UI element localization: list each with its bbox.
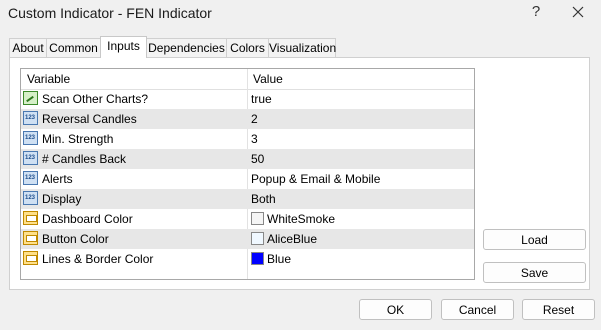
number-input-icon: 123 [23, 171, 38, 185]
input-row[interactable]: 123 Display Both [21, 189, 474, 209]
number-input-icon: 123 [23, 131, 38, 145]
save-button[interactable]: Save [483, 262, 586, 283]
variable-name: Scan Other Charts? [42, 92, 149, 106]
color-swatch[interactable] [251, 252, 264, 265]
variable-value[interactable]: 2 [251, 112, 258, 126]
input-row[interactable]: Scan Other Charts? true [21, 89, 474, 109]
color-swatch[interactable] [251, 212, 264, 225]
tab-visualization[interactable]: Visualization [268, 38, 336, 57]
variable-name: # Candles Back [42, 152, 127, 166]
variable-name: Dashboard Color [42, 212, 133, 226]
column-header-variable[interactable]: Variable [27, 72, 70, 86]
input-row[interactable]: 123 Min. Strength 3 [21, 129, 474, 149]
color-swatch[interactable] [251, 232, 264, 245]
tab-common[interactable]: Common [46, 38, 101, 57]
close-icon [572, 6, 584, 18]
input-row[interactable]: Button Color AliceBlue [21, 229, 474, 249]
ok-button[interactable]: OK [359, 299, 432, 320]
variable-value[interactable]: Both [251, 192, 276, 206]
input-row[interactable]: 123 Reversal Candles 2 [21, 109, 474, 129]
input-row[interactable]: 123 Alerts Popup & Email & Mobile [21, 169, 474, 189]
tab-about[interactable]: About [9, 38, 47, 57]
variable-name: Button Color [42, 232, 109, 246]
tab-inputs[interactable]: Inputs [100, 36, 147, 58]
inputs-grid: Variable Value Scan Other Charts? true 1… [20, 68, 475, 280]
variable-name: Alerts [42, 172, 73, 186]
tab-colors[interactable]: Colors [226, 38, 269, 57]
window-title: Custom Indicator - FEN Indicator [8, 5, 212, 21]
tab-dependencies[interactable]: Dependencies [146, 38, 227, 57]
title-bar: Custom Indicator - FEN Indicator ? [0, 0, 601, 26]
color-input-icon [23, 231, 38, 245]
input-row[interactable]: 123 # Candles Back 50 [21, 149, 474, 169]
number-input-icon: 123 [23, 111, 38, 125]
color-input-icon [23, 251, 38, 265]
variable-name: Reversal Candles [42, 112, 137, 126]
variable-value[interactable]: Popup & Email & Mobile [251, 172, 380, 186]
variable-value[interactable]: AliceBlue [267, 232, 317, 246]
variable-name: Display [42, 192, 82, 206]
load-button[interactable]: Load [483, 229, 586, 250]
column-header-value[interactable]: Value [253, 72, 283, 86]
variable-value[interactable]: true [251, 92, 272, 106]
variable-name: Lines & Border Color [42, 252, 154, 266]
variable-value[interactable]: WhiteSmoke [267, 212, 335, 226]
input-row[interactable]: Lines & Border Color Blue [21, 249, 474, 269]
variable-value[interactable]: 50 [251, 152, 264, 166]
bool-input-icon [23, 91, 38, 105]
color-input-icon [23, 211, 38, 225]
number-input-icon: 123 [23, 151, 38, 165]
variable-value[interactable]: 3 [251, 132, 258, 146]
variable-name: Min. Strength [42, 132, 114, 146]
input-row[interactable]: Dashboard Color WhiteSmoke [21, 209, 474, 229]
close-button[interactable] [568, 2, 588, 22]
inputs-panel: Variable Value Scan Other Charts? true 1… [9, 57, 590, 290]
help-button[interactable]: ? [526, 2, 546, 22]
number-input-icon: 123 [23, 191, 38, 205]
reset-button[interactable]: Reset [522, 299, 595, 320]
variable-value[interactable]: Blue [267, 252, 291, 266]
cancel-button[interactable]: Cancel [441, 299, 514, 320]
